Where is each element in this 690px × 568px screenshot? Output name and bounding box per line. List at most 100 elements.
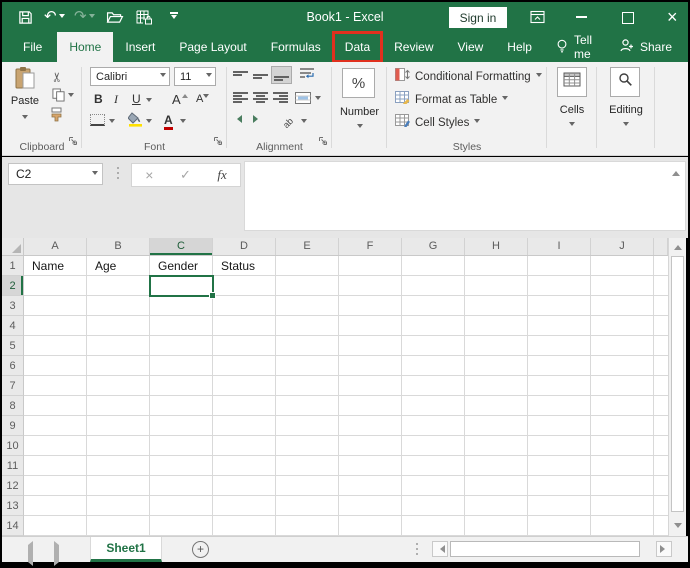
cell-D1[interactable]: Status — [217, 256, 255, 276]
bottom-align-icon[interactable] — [272, 67, 291, 83]
row-header-2[interactable]: 2 — [2, 276, 24, 296]
row-header-8[interactable]: 8 — [2, 396, 24, 416]
row-header-9[interactable]: 9 — [2, 416, 24, 436]
redo-button[interactable] — [74, 9, 95, 25]
sign-in-button[interactable]: Sign in — [449, 7, 507, 28]
sheet-lock-icon[interactable] — [136, 10, 152, 25]
orientation-icon[interactable]: ab — [281, 113, 295, 131]
scroll-right-icon[interactable] — [656, 541, 672, 557]
cells-dropdown[interactable] — [569, 122, 575, 129]
font-size-select[interactable]: 11 — [174, 67, 216, 86]
tab-help[interactable]: Help — [495, 32, 544, 62]
format-as-table-button[interactable]: Format as Table — [391, 89, 509, 110]
fill-color-icon[interactable] — [127, 112, 143, 132]
fill-handle[interactable] — [209, 292, 216, 299]
horizontal-scrollbar-thumb[interactable] — [450, 541, 640, 557]
cut-icon[interactable] — [49, 72, 65, 83]
scroll-up-icon[interactable] — [669, 241, 686, 250]
format-painter-icon[interactable] — [50, 107, 63, 127]
copy-dropdown[interactable] — [68, 93, 74, 100]
insert-function-icon[interactable]: fx — [217, 167, 226, 183]
borders-dropdown[interactable] — [109, 119, 115, 126]
font-name-select[interactable]: Calibri — [90, 67, 170, 86]
row-header-11[interactable]: 11 — [2, 456, 24, 476]
tab-insert[interactable]: Insert — [113, 32, 167, 62]
number-group-label[interactable]: Number — [332, 106, 387, 118]
clipboard-dialog-launcher[interactable] — [68, 133, 78, 151]
tab-view[interactable]: View — [446, 32, 496, 62]
conditional-formatting-button[interactable]: Conditional Formatting — [391, 66, 542, 87]
tab-home[interactable]: Home — [57, 32, 114, 62]
column-header-G[interactable]: G — [402, 238, 465, 255]
percent-style-button[interactable]: % — [342, 68, 375, 98]
orientation-dropdown[interactable] — [301, 119, 307, 126]
tab-page-layout[interactable]: Page Layout — [167, 32, 258, 62]
tab-formulas[interactable]: Formulas — [259, 32, 333, 62]
number-dropdown[interactable] — [357, 124, 363, 131]
cell-C1[interactable]: Gender — [154, 256, 198, 276]
vertical-scrollbar[interactable] — [668, 238, 686, 536]
row-header-3[interactable]: 3 — [2, 296, 24, 316]
alignment-dialog-launcher[interactable] — [318, 133, 328, 151]
underline-button[interactable]: U — [132, 92, 141, 106]
tab-data[interactable]: Data — [331, 31, 384, 63]
column-header-E[interactable]: E — [276, 238, 339, 255]
editing-button[interactable] — [610, 67, 640, 97]
tell-me-button[interactable]: Tell me — [544, 32, 607, 62]
top-align-icon[interactable] — [233, 69, 248, 87]
row-header-1[interactable]: 1 — [2, 256, 24, 276]
italic-button[interactable]: I — [114, 92, 118, 107]
align-right-icon[interactable] — [273, 91, 288, 109]
underline-dropdown[interactable] — [146, 98, 152, 105]
column-header-F[interactable]: F — [339, 238, 402, 255]
merge-center-icon[interactable] — [295, 91, 311, 109]
select-all-button[interactable] — [2, 238, 24, 255]
cell-styles-button[interactable]: Cell Styles — [391, 112, 481, 133]
column-header-J[interactable]: J — [591, 238, 654, 255]
row-header-4[interactable]: 4 — [2, 316, 24, 336]
column-header-I[interactable]: I — [528, 238, 591, 255]
row-header-7[interactable]: 7 — [2, 376, 24, 396]
cells-group-label[interactable]: Cells — [547, 104, 597, 116]
scroll-left-icon[interactable] — [432, 541, 448, 557]
sheet-tab-sheet1[interactable]: Sheet1 — [90, 537, 162, 562]
copy-icon[interactable] — [52, 88, 65, 107]
font-color-icon[interactable]: A — [164, 113, 173, 130]
formula-input[interactable] — [244, 161, 686, 231]
open-file-icon[interactable] — [106, 11, 124, 24]
tab-file[interactable]: File — [8, 32, 57, 62]
wrap-text-icon[interactable] — [299, 67, 316, 86]
undo-button[interactable] — [44, 9, 65, 25]
cancel-icon[interactable] — [145, 167, 153, 183]
minimize-button[interactable] — [576, 16, 587, 18]
column-header-D[interactable]: D — [213, 238, 276, 255]
column-header-B[interactable]: B — [87, 238, 150, 255]
column-header-partial[interactable] — [654, 238, 668, 255]
row-header-12[interactable]: 12 — [2, 476, 24, 496]
next-sheet-icon[interactable] — [54, 541, 63, 566]
enter-icon[interactable] — [180, 167, 191, 183]
row-header-10[interactable]: 10 — [2, 436, 24, 456]
scroll-down-icon[interactable] — [669, 523, 686, 532]
close-button[interactable] — [667, 2, 678, 32]
decrease-font-button[interactable]: A — [196, 93, 210, 105]
share-button[interactable]: Share — [607, 32, 684, 62]
save-icon[interactable] — [18, 10, 33, 25]
font-color-dropdown[interactable] — [180, 119, 186, 126]
name-box-dropdown[interactable] — [92, 170, 98, 178]
cell-A1[interactable]: Name — [28, 256, 64, 276]
row-header-5[interactable]: 5 — [2, 336, 24, 356]
cell-B1[interactable]: Age — [91, 256, 116, 276]
previous-sheet-icon[interactable] — [24, 541, 33, 566]
row-header-6[interactable]: 6 — [2, 356, 24, 376]
middle-align-icon[interactable] — [253, 69, 268, 87]
bold-button[interactable]: B — [94, 92, 103, 106]
borders-icon[interactable] — [90, 114, 105, 126]
new-sheet-button[interactable]: + — [192, 541, 209, 558]
column-header-A[interactable]: A — [24, 238, 87, 255]
name-box[interactable]: C2 — [8, 163, 103, 185]
column-header-H[interactable]: H — [465, 238, 528, 255]
ribbon-display-options-icon[interactable] — [530, 10, 545, 24]
customize-qat-icon[interactable] — [170, 12, 178, 22]
align-left-icon[interactable] — [233, 91, 248, 109]
